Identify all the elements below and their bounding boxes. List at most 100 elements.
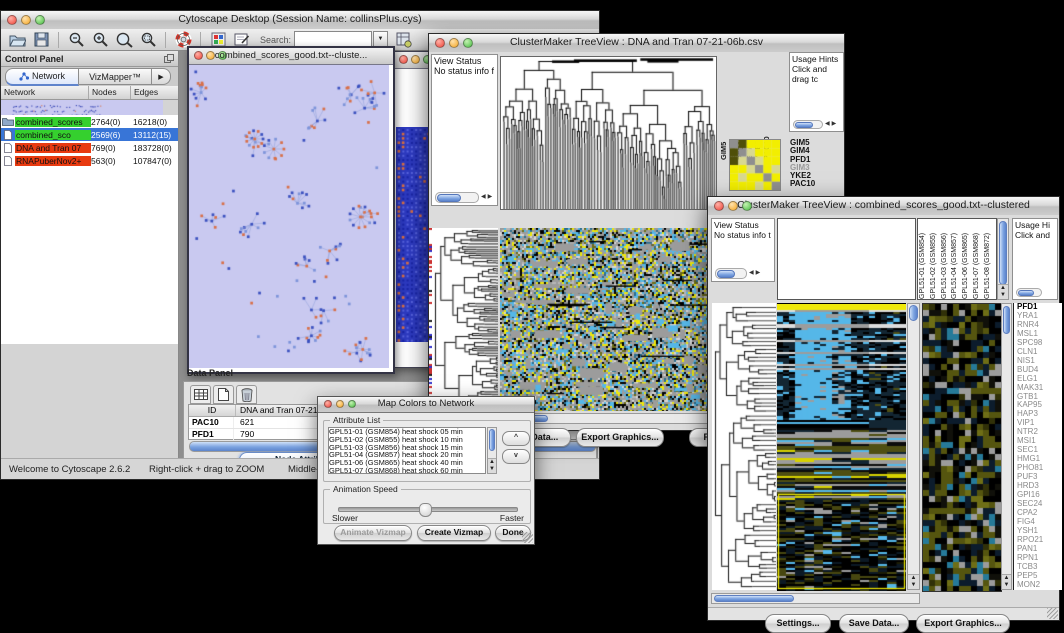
zoom-button[interactable] xyxy=(348,400,356,408)
usage-hints-title: Usage Hints xyxy=(790,53,843,64)
zoom-fit-icon[interactable] xyxy=(138,31,158,49)
tv2-labels-scrollbar[interactable]: ▲▼ xyxy=(997,218,1009,300)
column-label: GPL51-02 (GSM855) xyxy=(930,219,941,299)
delete-attribute-icon[interactable] xyxy=(236,385,257,404)
resize-grip[interactable] xyxy=(1047,608,1058,619)
row-label: PAC10 xyxy=(790,180,842,188)
dialog-title-bar[interactable]: Map Colors to Network xyxy=(318,397,534,413)
desktop: Cytoscape Desktop (Session Name: collins… xyxy=(0,0,1064,633)
attribute-table-icon[interactable] xyxy=(190,385,211,404)
minimize-button[interactable] xyxy=(449,38,459,48)
tv2-view-status-panel: View Status No status info t ◀▶ xyxy=(711,218,775,282)
tv2-zoom-vscrollbar[interactable]: ▲▼ xyxy=(1001,303,1012,590)
view-status-info: No status info t xyxy=(712,230,774,240)
animation-speed-slider[interactable] xyxy=(338,507,518,512)
network-list-row[interactable]: combined_scores 2764(0) 16218(0) xyxy=(1,115,178,128)
open-file-icon[interactable] xyxy=(7,31,27,49)
tab-network[interactable]: Network xyxy=(5,68,79,86)
create-vizmap-button[interactable]: Create Vizmap xyxy=(417,525,491,541)
network-list-row[interactable]: RNAPuberNov2+ 563(0) 107847(0) xyxy=(1,154,178,167)
zoom-in-icon[interactable] xyxy=(90,31,110,49)
main-window-title: Cytoscape Desktop (Session Name: collins… xyxy=(1,13,599,25)
tv1-hints-scrollbar[interactable]: ◀▶ xyxy=(793,120,836,129)
close-button[interactable] xyxy=(399,55,408,64)
minimize-button[interactable] xyxy=(21,15,31,25)
tv2-status-scrollbar[interactable]: ◀▶ xyxy=(715,268,760,279)
tv2-button-bar: Settings... Save Data... Export Graphics… xyxy=(708,607,1059,620)
usage-hints-info: Click and xyxy=(1013,230,1057,240)
save-icon[interactable] xyxy=(31,31,51,49)
slider-thumb[interactable] xyxy=(419,503,432,517)
document-icon xyxy=(4,156,12,166)
tv2-main-vscrollbar[interactable]: ▲▼ xyxy=(907,303,920,590)
tv2-export-graphics-button[interactable]: Export Graphics... xyxy=(916,614,1010,633)
network-list-row[interactable]: DNA and Tran 07 769(0) 183728(0) xyxy=(1,141,178,154)
zoom-button[interactable] xyxy=(463,38,473,48)
float-panel-icon[interactable] xyxy=(164,54,174,63)
network-icon xyxy=(19,72,29,81)
zoom-button[interactable] xyxy=(742,201,752,211)
close-button[interactable] xyxy=(324,400,332,408)
tv2-main-heatmap[interactable] xyxy=(777,303,906,591)
tv1-summary-heatmap[interactable] xyxy=(729,139,781,191)
tv2-usage-hints-panel: Usage Hi Click and xyxy=(1012,218,1058,300)
slower-label: Slower xyxy=(332,513,358,523)
zoom-selected-icon[interactable] xyxy=(114,31,134,49)
network-view-title-bar[interactable]: combined_scores_good.txt--cluste... xyxy=(189,48,393,65)
column-label: GPL51-06 (GSM865) xyxy=(962,219,973,299)
resize-grip[interactable] xyxy=(522,532,533,543)
column-label: GPL51-03 (GSM856) xyxy=(941,219,952,299)
network-view-canvas[interactable] xyxy=(189,65,389,368)
tv2-save-data-button[interactable]: Save Data... xyxy=(839,614,909,633)
folder-icon xyxy=(2,117,14,126)
tv1-status-scrollbar[interactable]: ◀▶ xyxy=(435,192,492,203)
zoom-out-icon[interactable] xyxy=(66,31,86,49)
tv2-gene-list[interactable]: PFD1YRA1RNR4MSL1SPC98CLN1NIS1BUD4ELG1MAK… xyxy=(1013,303,1062,590)
tv2-hscrollbar[interactable] xyxy=(711,593,920,604)
new-attribute-icon[interactable] xyxy=(213,385,234,404)
treeview2-title-bar[interactable]: ClusterMaker TreeView : combined_scores_… xyxy=(708,197,1059,216)
zoom-button[interactable] xyxy=(35,15,45,25)
tv2-zoom-heatmap[interactable] xyxy=(922,303,1002,592)
attribute-listbox[interactable]: GPL51-01 (GSM854) heat shock 05 minGPL51… xyxy=(328,427,486,474)
tv2-column-labels: GPL51-01 (GSM854)GPL51-02 (GSM855)GPL51-… xyxy=(917,218,997,300)
faster-label: Faster xyxy=(500,513,524,523)
window-controls[interactable] xyxy=(7,15,45,25)
tv1-main-heatmap[interactable] xyxy=(500,228,716,411)
main-title-bar[interactable]: Cytoscape Desktop (Session Name: collins… xyxy=(1,11,599,30)
close-button[interactable] xyxy=(435,38,445,48)
tv2-hints-scrollbar[interactable] xyxy=(1016,288,1042,297)
column-label: GPL51-04 (GSM857) xyxy=(951,219,962,299)
animation-speed-label: Animation Speed xyxy=(330,484,401,494)
treeview2-title: ClusterMaker TreeView : combined_scores_… xyxy=(708,199,1059,211)
animate-vizmap-button[interactable]: Animate Vizmap xyxy=(334,525,412,541)
attribute-list-group: Attribute List GPL51-01 (GSM854) heat sh… xyxy=(323,420,531,482)
view-status-title: View Status xyxy=(712,219,774,230)
minimize-button[interactable] xyxy=(336,400,344,408)
tv1-export-graphics-button[interactable]: Export Graphics... xyxy=(576,428,664,447)
close-button[interactable] xyxy=(714,201,724,211)
attribute-list-label: Attribute List xyxy=(330,415,383,425)
usage-hints-info: Click and drag tc xyxy=(790,64,843,84)
tab-vizmapper[interactable]: VizMapper™ xyxy=(79,68,152,85)
treeview1-title-bar[interactable]: ClusterMaker TreeView : DNA and Tran 07-… xyxy=(429,34,844,53)
attribute-list-item[interactable]: GPL51-07 (GSM868) heat shock 60 min xyxy=(329,467,485,474)
gene-label[interactable]: MON2 xyxy=(1017,581,1062,590)
map-colors-dialog: Map Colors to Network Attribute List GPL… xyxy=(317,396,535,545)
id-column-header[interactable]: ID xyxy=(189,405,236,416)
search-label: Search: xyxy=(260,35,291,45)
network-view-title: combined_scores_good.txt--cluste... xyxy=(189,50,393,61)
move-up-button[interactable]: ^ xyxy=(502,431,530,446)
minimize-button[interactable] xyxy=(411,55,420,64)
document-icon xyxy=(4,130,12,140)
network-list-row[interactable]: combined_sco 2569(6) 13112(15) xyxy=(1,128,178,141)
tab-overflow-arrow[interactable]: ▶ xyxy=(152,68,171,85)
column-label: GIM5 xyxy=(720,74,728,160)
attribute-browser-icon[interactable] xyxy=(394,31,414,49)
move-down-button[interactable]: v xyxy=(502,449,530,464)
tv2-row-dendrogram xyxy=(712,303,776,590)
tv2-settings-button[interactable]: Settings... xyxy=(765,614,831,633)
close-button[interactable] xyxy=(7,15,17,25)
minimize-button[interactable] xyxy=(728,201,738,211)
attribute-list-scrollbar[interactable]: ▲▼ xyxy=(487,427,497,474)
